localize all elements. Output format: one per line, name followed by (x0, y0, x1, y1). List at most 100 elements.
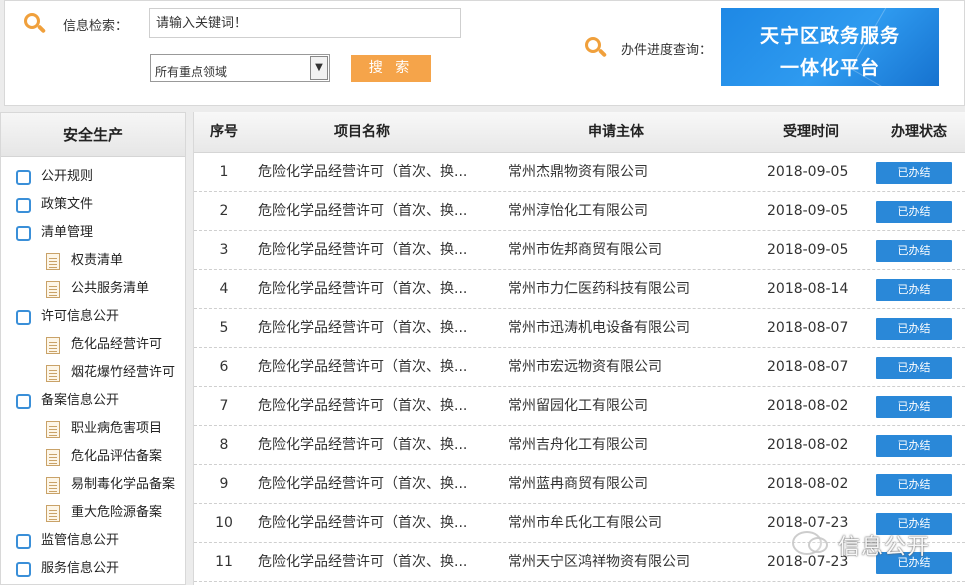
row-project-name[interactable]: 危险化学品经营许可（首次、换... (258, 543, 467, 582)
row-project-name[interactable]: 危险化学品经营许可（首次、换... (258, 231, 467, 270)
row-date: 2018-08-02 (767, 437, 849, 453)
sidebar-item[interactable]: 重大危险源备案 (1, 499, 185, 527)
row-project-name[interactable]: 危险化学品经营许可（首次、换... (258, 348, 467, 387)
row-no: 5 (219, 320, 229, 336)
sidebar-item[interactable]: 危化品经营许可 (1, 331, 185, 359)
search-icon (24, 13, 47, 35)
wechat-icon-bubble (808, 537, 828, 553)
sidebar-item[interactable]: 易制毒化学品备案 (1, 471, 185, 499)
sidebar-item[interactable]: 许可信息公开 (1, 303, 185, 331)
header-date: 受理时间 (783, 124, 839, 140)
sidebar-item-label: 服务信息公开 (41, 561, 120, 576)
status-button[interactable]: 已办结 (876, 318, 952, 340)
table-row[interactable]: 9 危险化学品经营许可（首次、换... 常州蓝冉商贸有限公司 2018-08-02 已办… (194, 465, 965, 504)
table-row[interactable]: 1 危险化学品经营许可（首次、换... 常州杰鼎物资有限公司 2018-09-05 已办… (194, 153, 965, 192)
row-applicant: 常州市佐邦商贸有限公司 (508, 242, 662, 258)
sidebar-item-label: 烟花爆竹经营许可 (71, 365, 176, 380)
row-applicant: 常州蓝冉商贸有限公司 (508, 476, 648, 492)
status-button[interactable]: 已办结 (876, 474, 952, 496)
status-button[interactable]: 已办结 (876, 396, 952, 418)
domain-select[interactable]: 所有重点领域 ▼ (150, 54, 330, 82)
chevron-down-icon[interactable]: ▼ (310, 56, 328, 80)
row-date: 2018-09-05 (767, 203, 849, 219)
row-project-name[interactable]: 危险化学品经营许可（首次、换... (258, 153, 467, 192)
sidebar-item[interactable]: 烟花爆竹经营许可 (1, 359, 185, 387)
row-no: 8 (219, 437, 229, 453)
row-applicant: 常州市力仁医药科技有限公司 (508, 281, 690, 297)
row-date: 2018-09-05 (767, 242, 849, 258)
banner-line1: 天宁区政务服务 (759, 25, 900, 47)
table-row[interactable]: 3 危险化学品经营许可（首次、换... 常州市佐邦商贸有限公司 2018-09-05 已… (194, 231, 965, 270)
row-date: 2018-09-05 (767, 164, 849, 180)
row-no: 11 (215, 554, 233, 570)
checkbox-icon (16, 198, 31, 213)
document-icon (46, 477, 60, 494)
sidebar-item[interactable]: 服务信息公开 (1, 555, 185, 583)
sidebar-item[interactable]: 危化品评估备案 (1, 443, 185, 471)
table-row[interactable]: 2 危险化学品经营许可（首次、换... 常州淳怡化工有限公司 2018-09-05 已办… (194, 192, 965, 231)
table-row[interactable]: 7 危险化学品经营许可（首次、换... 常州留园化工有限公司 2018-08-02 已办… (194, 387, 965, 426)
row-applicant: 常州天宁区鸿祥物资有限公司 (508, 554, 690, 570)
row-project-name[interactable]: 危险化学品经营许可（首次、换... (258, 309, 467, 348)
platform-banner[interactable]: 天宁区政务服务 一体化平台 (721, 8, 939, 86)
header-no: 序号 (210, 124, 238, 140)
row-project-name[interactable]: 危险化学品经营许可（首次、换... (258, 387, 467, 426)
progress-query-label[interactable]: 办件进度查询： (621, 39, 712, 58)
header-status: 办理状态 (891, 124, 947, 140)
sidebar-item[interactable]: 公开规则 (1, 163, 185, 191)
table-row[interactable]: 8 危险化学品经营许可（首次、换... 常州吉舟化工有限公司 2018-08-02 已办… (194, 426, 965, 465)
sidebar-item-label: 重大危险源备案 (71, 505, 163, 520)
row-applicant: 常州市宏远物资有限公司 (508, 359, 662, 375)
status-button[interactable]: 已办结 (876, 162, 952, 184)
sidebar-item[interactable]: 清单管理 (1, 219, 185, 247)
sidebar-item-label: 政策文件 (41, 197, 94, 212)
checkbox-icon (16, 226, 31, 241)
status-button[interactable]: 已办结 (876, 201, 952, 223)
row-project-name[interactable]: 危险化学品经营许可（首次、换... (258, 504, 467, 543)
sidebar-item[interactable]: 权责清单 (1, 247, 185, 275)
row-no: 4 (219, 281, 229, 297)
sidebar-item[interactable]: 监管信息公开 (1, 527, 185, 555)
row-project-name[interactable]: 危险化学品经营许可（首次、换... (258, 465, 467, 504)
search-label: 信息检索： (63, 19, 129, 34)
row-date: 2018-08-02 (767, 398, 849, 414)
row-date: 2018-08-14 (767, 281, 849, 297)
sidebar-item[interactable]: 政策文件 (1, 191, 185, 219)
header-name: 项目名称 (334, 124, 390, 140)
sidebar-item-label: 清单管理 (41, 225, 94, 240)
sidebar-item[interactable]: 公共服务清单 (1, 275, 185, 303)
row-date: 2018-08-07 (767, 359, 849, 375)
row-no: 2 (219, 203, 229, 219)
table-row[interactable]: 4 危险化学品经营许可（首次、换... 常州市力仁医药科技有限公司 2018-08-1… (194, 270, 965, 309)
sidebar-item-label: 权责清单 (71, 253, 124, 268)
row-project-name[interactable]: 危险化学品经营许可（首次、换... (258, 270, 467, 309)
status-button[interactable]: 已办结 (876, 279, 952, 301)
table-header: 序号 项目名称 申请主体 受理时间 办理状态 (194, 112, 965, 153)
watermark-text: 信息公开 (838, 535, 931, 560)
sidebar-item[interactable]: 备案信息公开 (1, 387, 185, 415)
sidebar-item-label: 监管信息公开 (41, 533, 120, 548)
row-no: 3 (219, 242, 229, 258)
row-no: 7 (219, 398, 229, 414)
document-icon (46, 281, 60, 298)
row-project-name[interactable]: 危险化学品经营许可（首次、换... (258, 426, 467, 465)
document-icon (46, 421, 60, 438)
document-icon (46, 505, 60, 522)
table-row[interactable]: 5 危险化学品经营许可（首次、换... 常州市迅涛机电设备有限公司 2018-08-0… (194, 309, 965, 348)
sidebar-item[interactable]: 职业病危害项目 (1, 415, 185, 443)
status-button[interactable]: 已办结 (876, 435, 952, 457)
search-button[interactable]: 搜 索 (351, 55, 431, 82)
row-project-name[interactable]: 危险化学品经营许可（首次、换... (258, 192, 467, 231)
table-row[interactable]: 6 危险化学品经营许可（首次、换... 常州市宏远物资有限公司 2018-08-07 已… (194, 348, 965, 387)
sidebar-item-label: 许可信息公开 (41, 309, 120, 324)
sidebar-title: 安全生产 (1, 113, 185, 157)
status-button[interactable]: 已办结 (876, 357, 952, 379)
row-date: 2018-08-02 (767, 476, 849, 492)
checkbox-icon (16, 534, 31, 549)
search-input[interactable] (149, 8, 461, 38)
document-icon (46, 253, 60, 270)
header-bar: 信息检索： 所有重点领域 ▼ 搜 索 办件进度查询： 天宁区政务服务 一体化平台 (4, 0, 965, 106)
result-table: 序号 项目名称 申请主体 受理时间 办理状态 1 危险化学品经营许可（首次、换..… (193, 112, 965, 585)
sidebar-item-label: 备案信息公开 (41, 393, 120, 408)
status-button[interactable]: 已办结 (876, 240, 952, 262)
